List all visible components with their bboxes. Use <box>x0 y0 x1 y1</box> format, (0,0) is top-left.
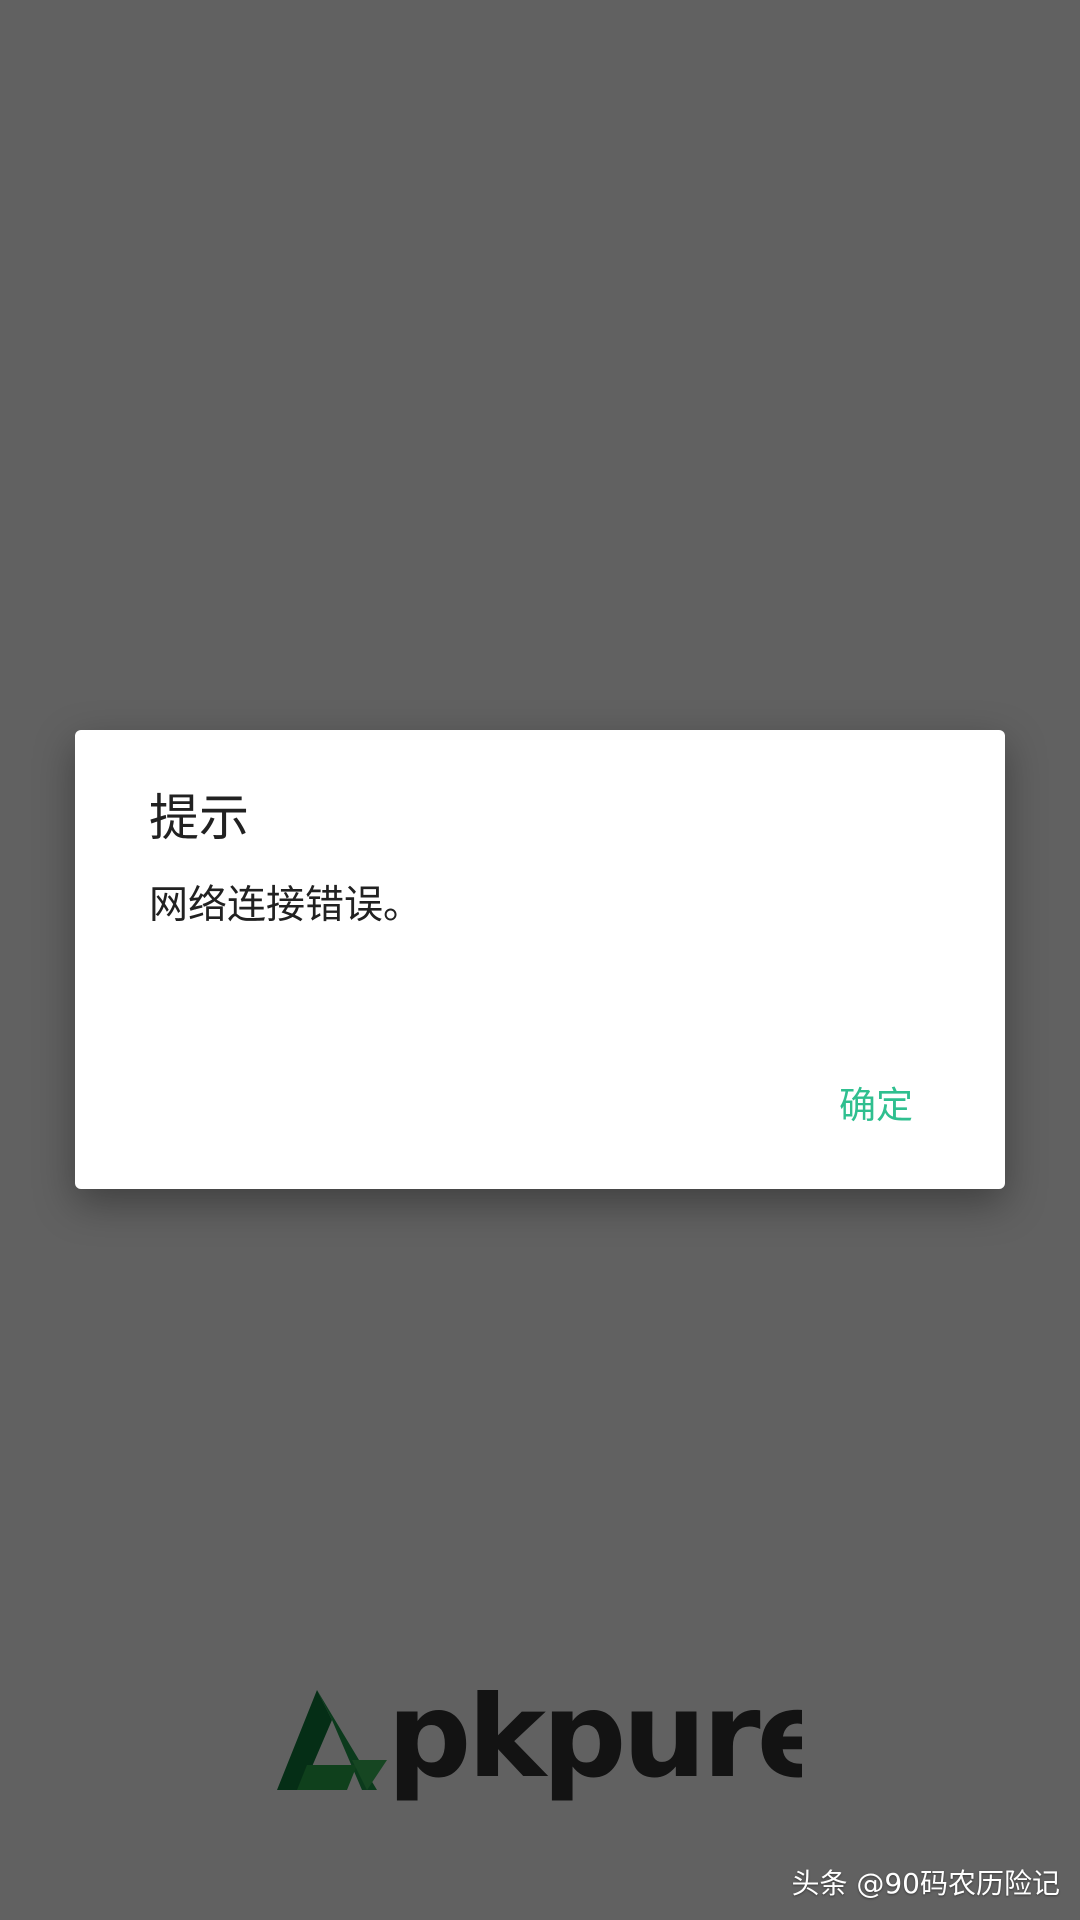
alert-dialog: 提示 网络连接错误。 确定 <box>75 730 1005 1189</box>
confirm-button[interactable]: 确定 <box>839 1082 913 1130</box>
dialog-title: 提示 <box>149 789 249 847</box>
watermark-text: 头条 @90码农历险记 <box>791 1867 1060 1900</box>
dialog-message: 网络连接错误。 <box>149 883 423 928</box>
